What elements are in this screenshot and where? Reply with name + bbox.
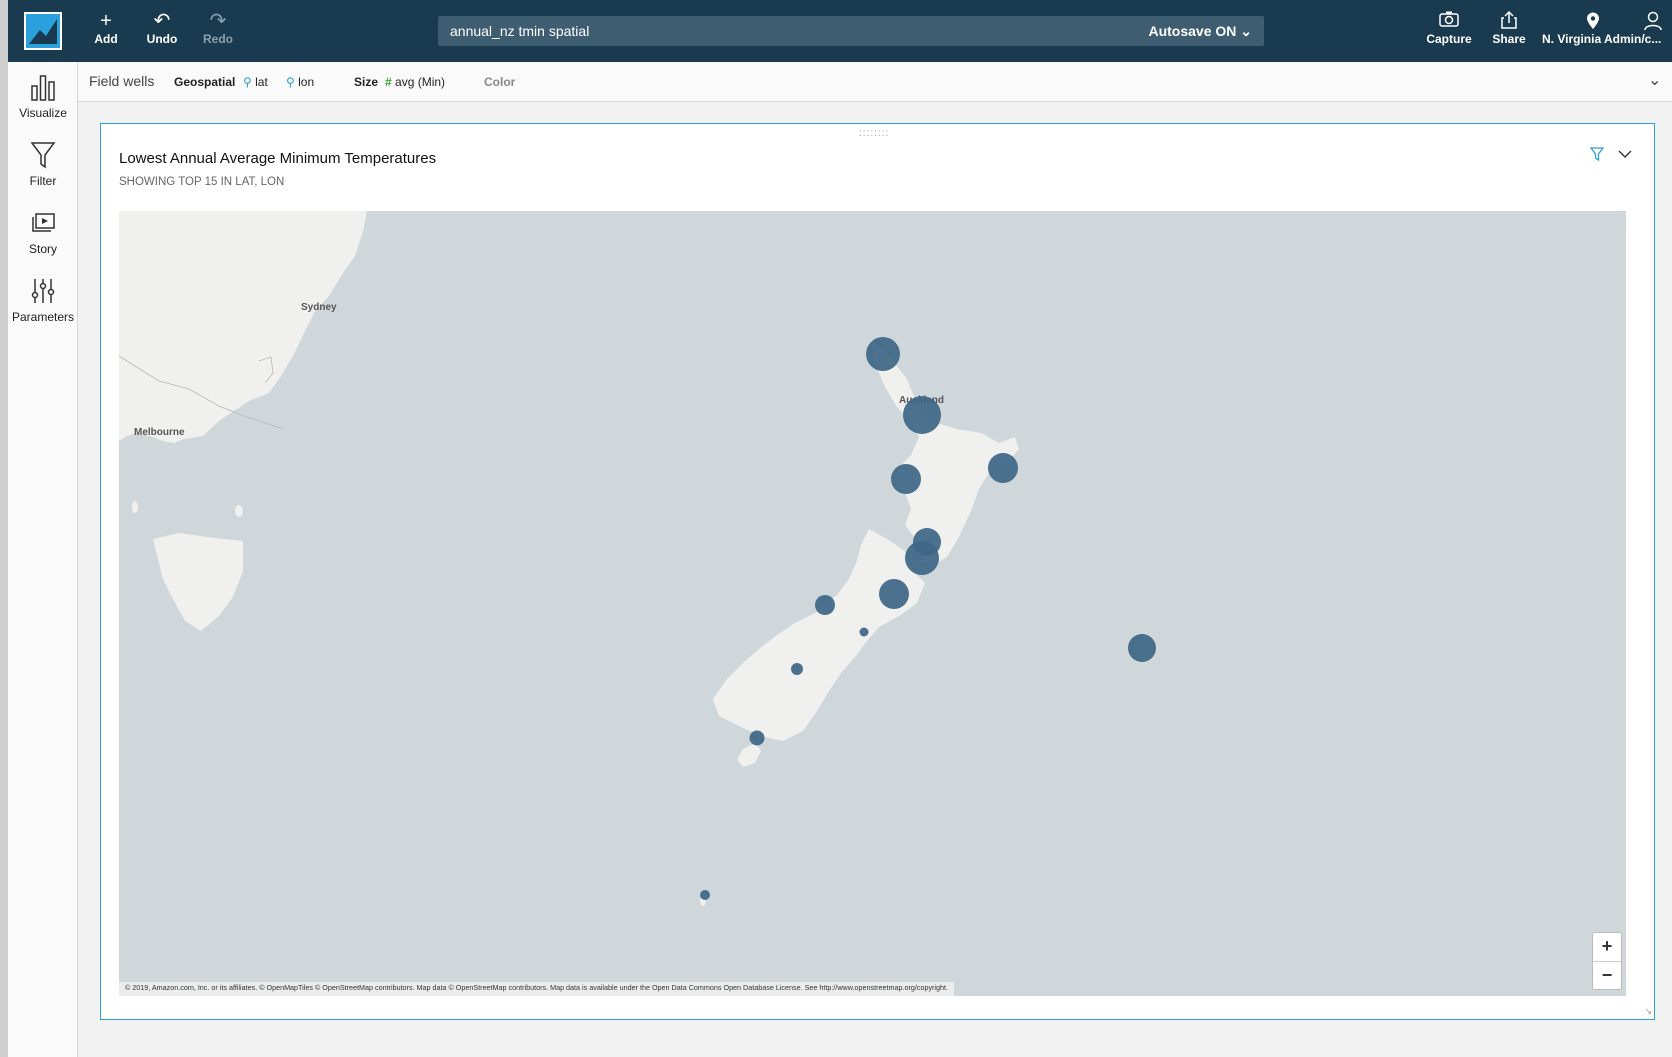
analysis-title[interactable]: annual_nz tmin spatial: [450, 23, 589, 39]
add-button[interactable]: + Add: [78, 10, 134, 46]
land-islet: [132, 501, 138, 513]
user-icon: [1644, 11, 1662, 36]
plus-icon: +: [100, 10, 112, 32]
autosave-toggle[interactable]: Autosave ON ⌄: [1148, 23, 1252, 40]
geo-field-lat-label: lat: [255, 75, 268, 89]
undo-label: Undo: [146, 32, 178, 46]
nav-parameters[interactable]: Parameters: [8, 276, 78, 324]
filter-icon: [8, 140, 78, 174]
map-svg: [119, 211, 1146, 906]
zoom-in-button[interactable]: +: [1593, 933, 1621, 961]
redo-label: Redo: [203, 32, 233, 46]
bar-chart-icon: [8, 72, 78, 106]
visual-menu-chevron-icon[interactable]: [1618, 146, 1632, 162]
capture-button[interactable]: Capture: [1417, 10, 1481, 46]
nav-parameters-label: Parameters: [11, 310, 75, 324]
map-attribution: © 2019, Amazon.com, Inc. or its affiliat…: [119, 982, 955, 996]
window-edge: [0, 0, 8, 1057]
size-field-label: avg (Min): [395, 75, 446, 89]
field-wells-bar: Field wells Geospatial ⚲ lat ⚲ lon Size …: [78, 62, 1672, 102]
camera-icon: [1417, 10, 1481, 32]
visual-subtitle: SHOWING TOP 15 IN LAT, LON: [119, 176, 285, 188]
nav-story-label: Story: [28, 242, 57, 256]
side-nav: Visualize Filter Story Parameters: [8, 62, 78, 1057]
nav-filter[interactable]: Filter: [8, 140, 78, 188]
analysis-name-bar[interactable]: annual_nz tmin spatial Autosave ON ⌄: [438, 16, 1264, 46]
nav-story[interactable]: Story: [8, 208, 78, 256]
geo-field-lon-label: lon: [298, 75, 315, 89]
add-label: Add: [94, 32, 118, 46]
zoom-control: + −: [1592, 932, 1622, 990]
geo-field-lon[interactable]: ⚲ lon: [286, 75, 314, 89]
geospatial-well-label: Geospatial: [174, 75, 236, 89]
expand-wells-icon[interactable]: ⌄: [1648, 70, 1661, 90]
city-label-auckland: Auckland: [899, 395, 945, 406]
sliders-icon: [8, 276, 78, 310]
undo-icon: ↶: [153, 10, 171, 32]
location-pin-icon: ⚲: [286, 75, 295, 89]
land-islet: [1136, 648, 1146, 654]
nav-filter-label: Filter: [29, 174, 57, 188]
quicksight-logo[interactable]: [24, 12, 62, 50]
top-bar: + Add ↶ Undo ↷ Redo annual_nz tmin spati…: [8, 0, 1672, 62]
size-well-label: Size: [354, 75, 379, 89]
measure-hash-icon: #: [385, 75, 392, 89]
land-nz-north-island: [871, 339, 1019, 565]
geo-field-lat[interactable]: ⚲ lat: [243, 75, 268, 89]
story-icon: [8, 208, 78, 242]
share-button[interactable]: Share: [1481, 10, 1537, 46]
drag-handle-icon[interactable]: ::::::::: [859, 128, 889, 139]
chevron-down-icon: ⌄: [1240, 23, 1252, 39]
capture-label: Capture: [1426, 32, 1472, 46]
redo-button[interactable]: ↷ Redo: [190, 10, 246, 46]
visual-filter-icon[interactable]: [1589, 146, 1605, 167]
city-label-sydney: Sydney: [301, 302, 337, 313]
nav-visualize[interactable]: Visualize: [8, 72, 78, 120]
land-islet: [700, 896, 706, 906]
land-australia: [119, 211, 367, 443]
location-pin-icon: [1586, 12, 1600, 35]
land-tasmania: [153, 533, 243, 631]
zoom-out-button[interactable]: −: [1593, 961, 1621, 989]
land-nz-south-island: [713, 529, 925, 741]
visual-card[interactable]: :::::::: Lowest Annual Average Minimum T…: [100, 123, 1655, 1020]
redo-icon: ↷: [209, 10, 227, 32]
share-icon: [1481, 10, 1537, 32]
location-pin-icon: ⚲: [243, 75, 252, 89]
account-menu[interactable]: N. Virginia Admin/c...: [1542, 10, 1672, 46]
land-stewart-island: [737, 743, 761, 767]
color-well-label[interactable]: Color: [484, 75, 515, 89]
undo-button[interactable]: ↶ Undo: [134, 10, 190, 46]
share-label: Share: [1492, 32, 1526, 46]
visual-title: Lowest Annual Average Minimum Temperatur…: [119, 150, 437, 167]
resize-handle-icon[interactable]: ↘: [1644, 1006, 1652, 1017]
land-islet: [235, 505, 243, 517]
map-canvas[interactable]: Sydney Melbourne Auckland © 2019, Amazon…: [119, 211, 1626, 996]
city-label-melbourne: Melbourne: [134, 427, 185, 438]
nav-visualize-label: Visualize: [19, 106, 67, 120]
field-wells-header[interactable]: Field wells: [89, 73, 154, 89]
size-field[interactable]: # avg (Min): [385, 75, 445, 89]
autosave-label: Autosave ON: [1148, 23, 1237, 39]
